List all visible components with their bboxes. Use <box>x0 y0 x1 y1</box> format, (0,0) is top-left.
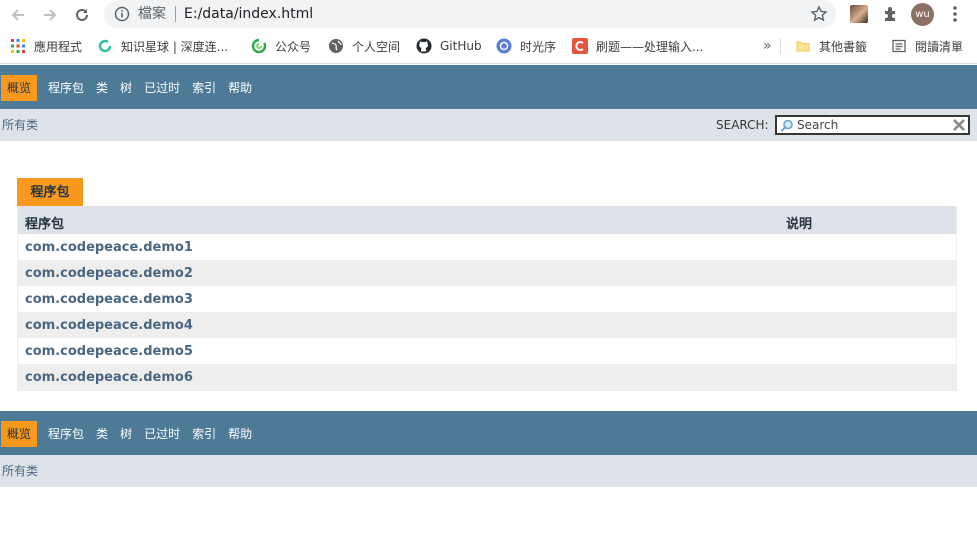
all-classes-link[interactable]: 所有类 <box>2 462 38 479</box>
package-link[interactable]: com.codepeace.demo6 <box>25 370 193 385</box>
table-row: com.codepeace.demo2 <box>18 260 956 286</box>
reading-list-button[interactable]: 閱讀清單 <box>891 33 963 59</box>
bottom-nav-list: 概览 程序包 类 树 已过时 索引 帮助 <box>0 421 258 447</box>
package-link[interactable]: com.codepeace.demo1 <box>25 240 193 255</box>
reload-icon <box>76 8 88 21</box>
nav-tree[interactable]: 树 <box>114 421 138 447</box>
nav-help[interactable]: 帮助 <box>222 421 258 447</box>
bookmark-apps[interactable]: 應用程式 <box>10 33 82 59</box>
search-label: SEARCH: <box>716 118 769 132</box>
top-subnav: 所有类 SEARCH: <box>0 109 977 141</box>
shiguangxu-icon <box>496 38 512 54</box>
back-button[interactable] <box>7 4 29 26</box>
browser-chrome-divider <box>0 63 977 64</box>
packages-table: 程序包 说明 com.codepeace.demo1 com.codepeace… <box>17 206 957 391</box>
column-header-description: 说明 <box>786 217 813 232</box>
bookmark-label: 知识星球 | 深度连... <box>121 39 229 54</box>
nav-overview[interactable]: 概览 <box>1 75 38 101</box>
nav-index[interactable]: 索引 <box>186 75 222 101</box>
nav-class[interactable]: 类 <box>90 421 114 447</box>
globe-icon <box>328 38 344 54</box>
bookmarks-divider <box>780 38 781 54</box>
csdn-icon <box>572 38 588 54</box>
folder-icon <box>795 38 811 54</box>
nav-class[interactable]: 类 <box>90 75 114 101</box>
forward-arrow-icon <box>44 9 57 21</box>
package-link[interactable]: com.codepeace.demo3 <box>25 292 193 307</box>
extension-image-icon[interactable] <box>850 5 868 23</box>
table-row: com.codepeace.demo4 <box>18 312 956 338</box>
column-header-package: 程序包 <box>25 217 65 232</box>
top-navbar: 概览 程序包 类 树 已过时 索引 帮助 <box>0 65 977 109</box>
bookmarks-overflow-button[interactable]: » <box>763 33 772 59</box>
bookmark-other[interactable]: 其他書籤 <box>795 33 867 59</box>
browser-toolbar: 檔案 E:/data/index.html wu <box>0 0 977 29</box>
bookmark-wechat[interactable]: 公众号 <box>251 33 311 59</box>
omnibox-divider <box>175 6 176 22</box>
bookmark-github[interactable]: GitHub <box>416 33 482 59</box>
table-row: com.codepeace.demo3 <box>18 286 956 312</box>
nav-package[interactable]: 程序包 <box>42 75 90 101</box>
nav-package[interactable]: 程序包 <box>42 421 90 447</box>
reading-list-icon <box>891 38 907 54</box>
apps-grid-icon <box>10 38 26 54</box>
packages-table-caption: 程序包 <box>17 178 83 206</box>
info-icon[interactable] <box>114 6 130 22</box>
bookmark-label: 公众号 <box>275 39 312 54</box>
nav-index[interactable]: 索引 <box>186 421 222 447</box>
nav-deprecated[interactable]: 已过时 <box>138 421 186 447</box>
bookmark-label: 閱讀清單 <box>915 39 964 54</box>
bookmark-csdn[interactable]: 刷题——处理输入... <box>572 33 703 59</box>
nav-deprecated[interactable]: 已过时 <box>138 75 186 101</box>
bookmark-label: 其他書籤 <box>819 39 868 54</box>
table-header: 程序包 说明 <box>18 206 956 234</box>
zsxq-icon <box>97 38 113 54</box>
table-row: com.codepeace.demo5 <box>18 338 956 364</box>
package-link[interactable]: com.codepeace.demo2 <box>25 266 193 281</box>
search-icon <box>780 119 793 132</box>
bookmark-shiguangxu[interactable]: 时光序 <box>496 33 556 59</box>
forward-button[interactable] <box>39 4 61 26</box>
address-bar[interactable]: 檔案 E:/data/index.html <box>104 0 836 28</box>
bookmarks-bar: 應用程式 知识星球 | 深度连... 公众号 个人空间 GitHub 时光序 刷… <box>0 33 977 59</box>
search-box <box>775 115 970 135</box>
bookmark-zsxq[interactable]: 知识星球 | 深度连... <box>97 33 228 59</box>
bookmark-label: 應用程式 <box>34 39 83 54</box>
nav-help[interactable]: 帮助 <box>222 75 258 101</box>
profile-avatar[interactable]: wu <box>911 3 934 26</box>
reload-button[interactable] <box>71 4 93 26</box>
clear-search-icon[interactable] <box>952 118 966 132</box>
security-label: 檔案 <box>138 6 166 22</box>
all-classes-link[interactable]: 所有类 <box>2 116 38 133</box>
bookmark-label: 个人空间 <box>352 39 401 54</box>
bookmark-personal-space[interactable]: 个人空间 <box>328 33 400 59</box>
bottom-navbar: 概览 程序包 类 树 已过时 索引 帮助 <box>0 411 977 455</box>
table-row: com.codepeace.demo1 <box>18 234 956 260</box>
bookmark-label: 刷题——处理输入... <box>596 39 704 54</box>
extensions-puzzle-icon[interactable] <box>882 5 900 23</box>
bookmark-star-icon[interactable] <box>810 5 828 23</box>
kebab-menu-icon[interactable] <box>948 4 962 24</box>
bottom-subnav: 所有类 <box>0 455 977 487</box>
nav-overview[interactable]: 概览 <box>1 421 38 447</box>
bookmark-label: GitHub <box>440 39 482 53</box>
url-text[interactable]: E:/data/index.html <box>184 4 313 24</box>
back-arrow-icon <box>11 9 24 21</box>
nav-tree[interactable]: 树 <box>114 75 138 101</box>
table-row: com.codepeace.demo6 <box>18 364 956 390</box>
wechat-icon <box>251 38 267 54</box>
bookmark-label: 时光序 <box>520 39 557 54</box>
package-link[interactable]: com.codepeace.demo5 <box>25 344 193 359</box>
top-nav-list: 概览 程序包 类 树 已过时 索引 帮助 <box>0 75 258 101</box>
search-input[interactable] <box>797 117 947 133</box>
package-link[interactable]: com.codepeace.demo4 <box>25 318 193 333</box>
github-icon <box>416 38 432 54</box>
